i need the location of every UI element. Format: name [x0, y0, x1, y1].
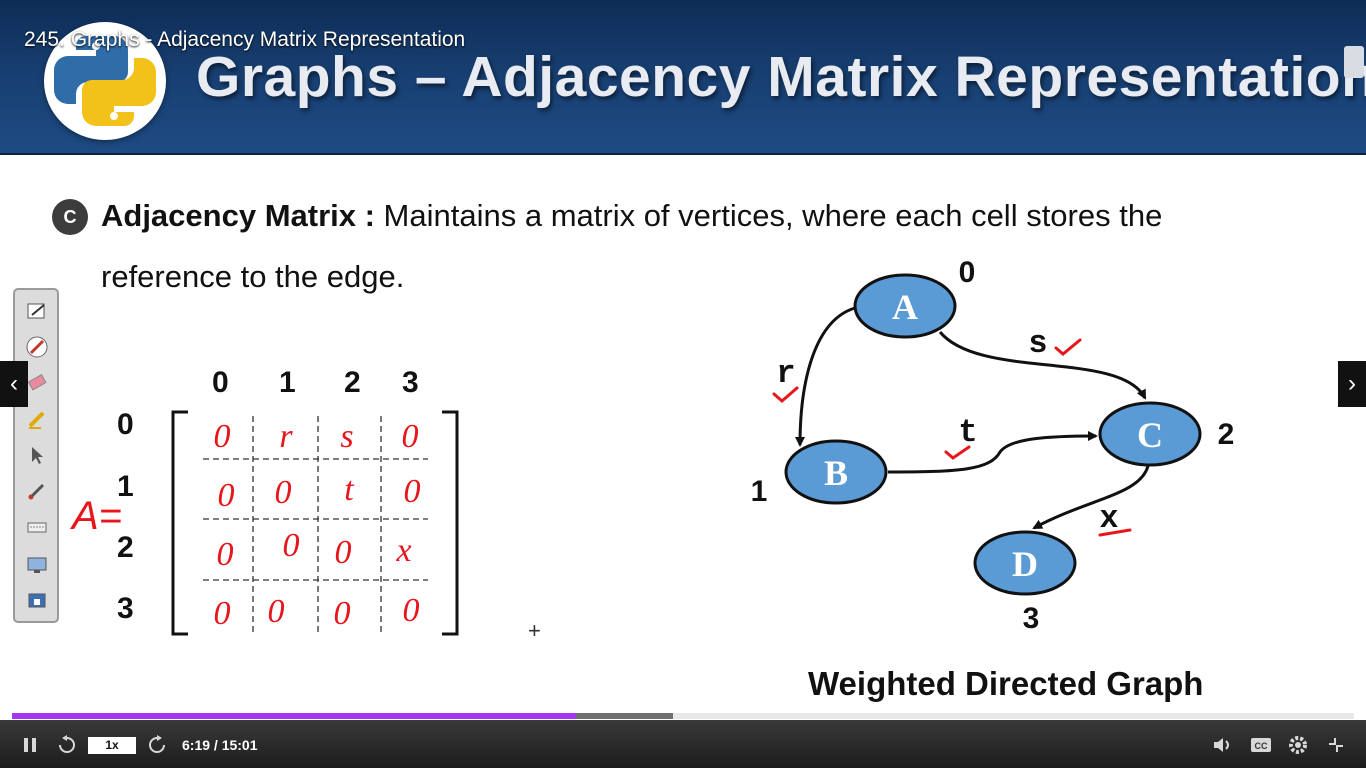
crosshair-cursor: +	[528, 618, 541, 643]
node-index: 0	[959, 256, 976, 289]
node-label: D	[1012, 544, 1038, 584]
forward-icon[interactable]	[147, 735, 167, 760]
progress-fill	[12, 713, 576, 719]
exit-fullscreen-icon[interactable]	[1327, 736, 1345, 759]
edge-a-b	[795, 306, 856, 447]
node-index: 1	[751, 475, 768, 508]
volume-icon[interactable]	[1212, 736, 1234, 759]
edge-label: s	[1028, 325, 1047, 362]
node-index: 2	[1218, 418, 1235, 451]
node-label: A	[892, 287, 918, 327]
svg-text:CC: CC	[1255, 741, 1268, 751]
pause-button[interactable]	[22, 737, 38, 758]
graph-caption: Weighted Directed Graph	[808, 665, 1204, 702]
edge-check-mark	[1054, 338, 1082, 356]
edge-label: t	[958, 414, 977, 451]
time-display: 6:19 / 15:01	[182, 737, 258, 753]
edge-label: r	[776, 355, 795, 392]
edge-b-c	[887, 431, 1098, 474]
node-label: B	[824, 453, 848, 493]
directed-graph: A B C D 0 1 2 3 r s t x	[751, 256, 1235, 635]
captions-icon[interactable]: CC	[1250, 737, 1272, 758]
node-label: C	[1137, 415, 1163, 455]
rewind-icon[interactable]	[57, 735, 77, 760]
settings-icon[interactable]	[1288, 735, 1308, 760]
playback-speed-button[interactable]: 1x	[88, 737, 136, 754]
node-index: 3	[1023, 602, 1040, 635]
edge-c-d	[1032, 465, 1150, 530]
